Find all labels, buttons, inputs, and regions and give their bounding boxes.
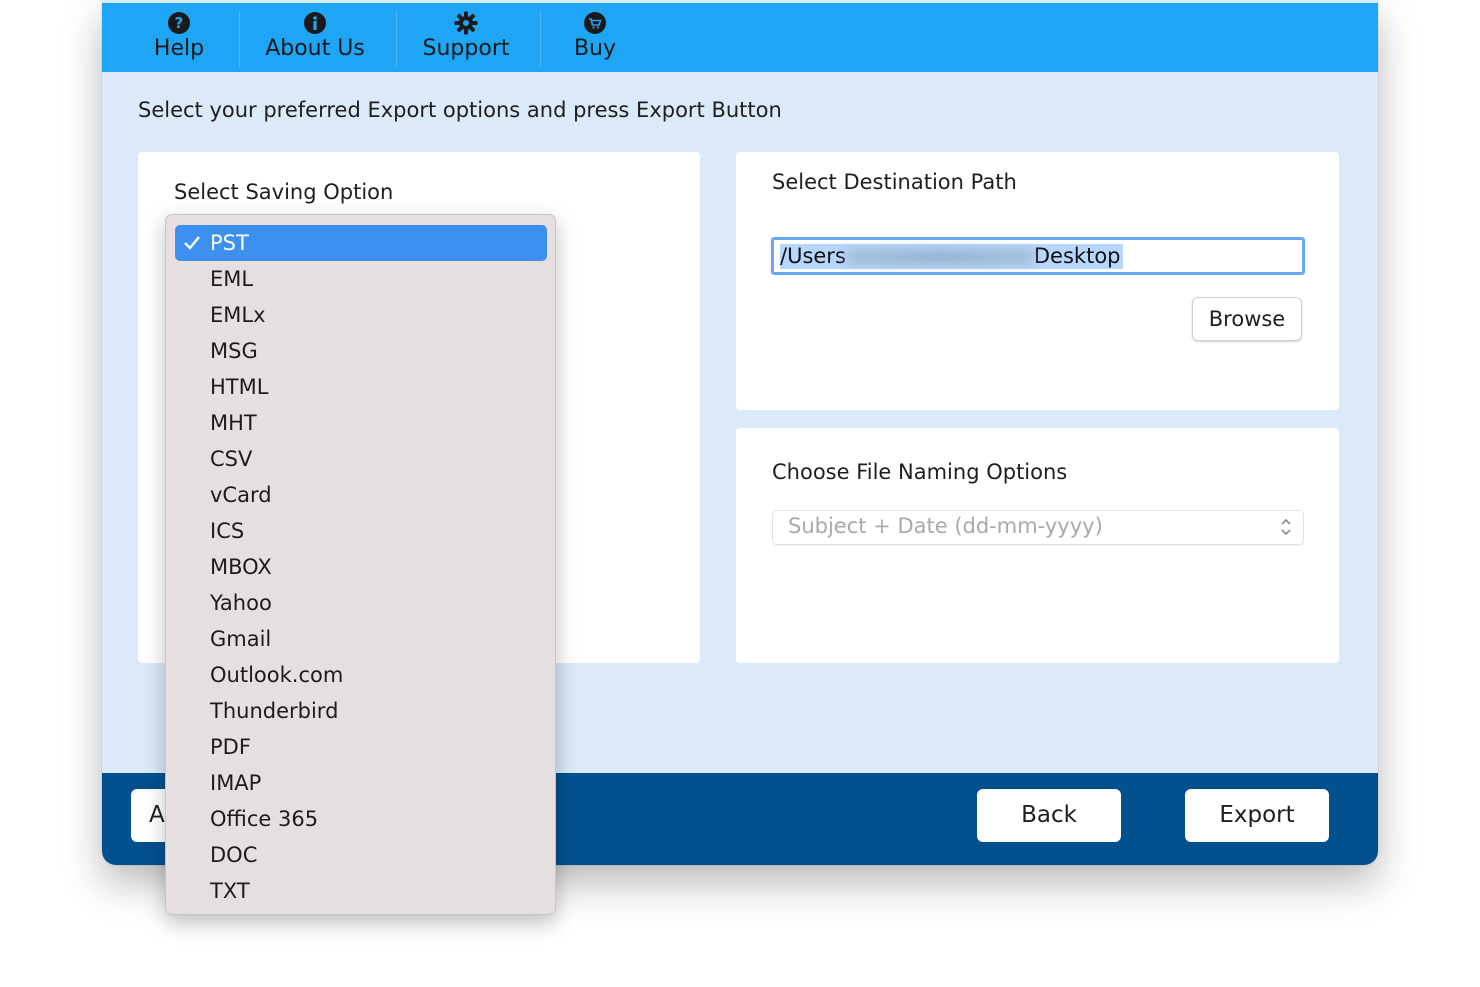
saving-option-item[interactable]: TXT <box>175 873 547 909</box>
about-us-label: About Us <box>265 36 365 61</box>
back-button[interactable]: Back <box>977 789 1121 842</box>
destination-title: Select Destination Path <box>772 170 1017 194</box>
saving-option-label: EMLx <box>210 303 266 327</box>
saving-option-item[interactable]: Yahoo <box>175 585 547 621</box>
checkmark-icon <box>184 236 200 250</box>
saving-option-label: MHT <box>210 411 257 435</box>
saving-option-label: PDF <box>210 735 251 759</box>
saving-option-item[interactable]: MSG <box>175 333 547 369</box>
saving-option-label: TXT <box>210 879 250 903</box>
toolbar-divider <box>396 11 397 67</box>
saving-option-label: MBOX <box>210 555 272 579</box>
destination-panel: Select Destination Path /Users Desktop Br… <box>736 152 1339 410</box>
path-start: /Users <box>780 244 846 268</box>
path-end: Desktop <box>1033 244 1121 268</box>
help-button[interactable]: ? Help <box>146 9 212 69</box>
saving-option-item[interactable]: Office 365 <box>175 801 547 837</box>
saving-option-label: Thunderbird <box>210 699 339 723</box>
export-button[interactable]: Export <box>1185 789 1329 842</box>
toolbar-divider <box>239 11 240 67</box>
path-text: /Users Desktop <box>780 244 1123 269</box>
saving-option-label: Yahoo <box>210 591 272 615</box>
help-icon: ? <box>168 12 190 34</box>
naming-select[interactable]: Subject + Date (dd-mm-yyyy) <box>772 510 1304 545</box>
saving-option-item[interactable]: HTML <box>175 369 547 405</box>
saving-option-item[interactable]: EMLx <box>175 297 547 333</box>
naming-panel: Choose File Naming Options Subject + Dat… <box>736 428 1339 663</box>
saving-option-item[interactable]: PDF <box>175 729 547 765</box>
toolbar-divider <box>540 11 541 67</box>
instruction-text: Select your preferred Export options and… <box>138 98 782 122</box>
toolbar: ? Help About Us Support Buy <box>102 0 1378 72</box>
saving-option-item[interactable]: PST <box>175 225 547 261</box>
cart-icon <box>584 12 606 34</box>
saving-option-title: Select Saving Option <box>174 180 394 204</box>
saving-option-label: Office 365 <box>210 807 319 831</box>
redacted-path <box>845 249 1034 265</box>
saving-option-label: CSV <box>210 447 253 471</box>
svg-text:?: ? <box>175 14 184 32</box>
about-us-button[interactable]: About Us <box>260 9 370 69</box>
saving-option-label: DOC <box>210 843 258 867</box>
saving-option-label: MSG <box>210 339 258 363</box>
saving-option-item[interactable]: DOC <box>175 837 547 873</box>
saving-option-dropdown[interactable]: PST EML EMLx MSG HTML MHT CSV vCard ICS MBOX Yahoo… <box>165 214 556 915</box>
support-label: Support <box>422 36 510 61</box>
saving-option-item[interactable]: vCard <box>175 477 547 513</box>
saving-option-item[interactable]: MHT <box>175 405 547 441</box>
saving-option-label: ICS <box>210 519 245 543</box>
chevron-updown-icon <box>1281 518 1291 536</box>
saving-option-label: EML <box>210 267 254 291</box>
saving-option-item[interactable]: IMAP <box>175 765 547 801</box>
saving-option-item[interactable]: EML <box>175 261 547 297</box>
info-icon <box>304 12 326 34</box>
buy-button[interactable]: Buy <box>568 9 622 69</box>
naming-title: Choose File Naming Options <box>772 460 1068 484</box>
saving-option-label: vCard <box>210 483 272 507</box>
destination-path-input[interactable]: /Users Desktop <box>771 237 1305 275</box>
browse-button[interactable]: Browse <box>1192 297 1302 341</box>
saving-option-item[interactable]: ICS <box>175 513 547 549</box>
saving-option-item[interactable]: CSV <box>175 441 547 477</box>
saving-option-label: Outlook.com <box>210 663 344 687</box>
saving-option-label: PST <box>210 231 249 255</box>
gear-icon <box>454 11 478 35</box>
saving-option-item[interactable]: Gmail <box>175 621 547 657</box>
help-label: Help <box>153 36 205 61</box>
saving-option-label: Gmail <box>210 627 272 651</box>
buy-label: Buy <box>573 36 617 61</box>
saving-option-label: HTML <box>210 375 269 399</box>
saving-option-item[interactable]: Thunderbird <box>175 693 547 729</box>
saving-option-item[interactable]: Outlook.com <box>175 657 547 693</box>
naming-select-value: Subject + Date (dd-mm-yyyy) <box>788 514 1103 538</box>
saving-option-label: IMAP <box>210 771 262 795</box>
saving-option-item[interactable]: MBOX <box>175 549 547 585</box>
support-button[interactable]: Support <box>416 9 516 69</box>
